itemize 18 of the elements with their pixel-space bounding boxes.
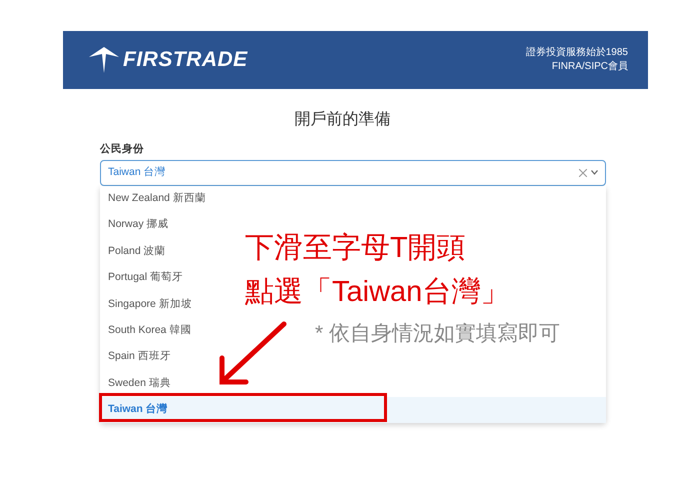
page-title: 開戶前的準備 — [294, 110, 392, 130]
dropdown-option[interactable]: Spain 西班牙 — [108, 349, 171, 366]
dropdown-option[interactable]: Singapore 新加坡 — [108, 296, 192, 312]
dropdown-option[interactable]: Norway 挪威 — [108, 217, 169, 234]
dropdown-option[interactable]: Sweden 瑞典 — [108, 376, 171, 392]
note-text: * 依自身情況如實填寫即可 — [315, 321, 560, 347]
dropdown-option[interactable]: Portugal 葡萄牙 — [108, 270, 184, 286]
instruction-text: 點選「Taiwan台灣」 — [245, 275, 510, 310]
dropdown-option[interactable]: Poland 波蘭 — [108, 244, 166, 260]
dropdown-option[interactable]: Taiwan 台灣 — [100, 396, 606, 424]
dropdown-option[interactable]: New Zealand 新西蘭 — [108, 191, 206, 207]
brand-name: FIRSTRADE — [123, 47, 248, 74]
tagline-text: 證券投資服務始於1985 — [526, 46, 628, 60]
dropdown-option[interactable]: South Korea 韓國 — [108, 323, 192, 339]
instruction-text: 下滑至字母T開頭 — [245, 231, 467, 266]
select-field[interactable]: Taiwan 台灣 — [100, 160, 606, 186]
field-label: 公民身份 — [100, 142, 145, 157]
tagline-text: FINRA/SIPC會員 — [550, 60, 628, 74]
